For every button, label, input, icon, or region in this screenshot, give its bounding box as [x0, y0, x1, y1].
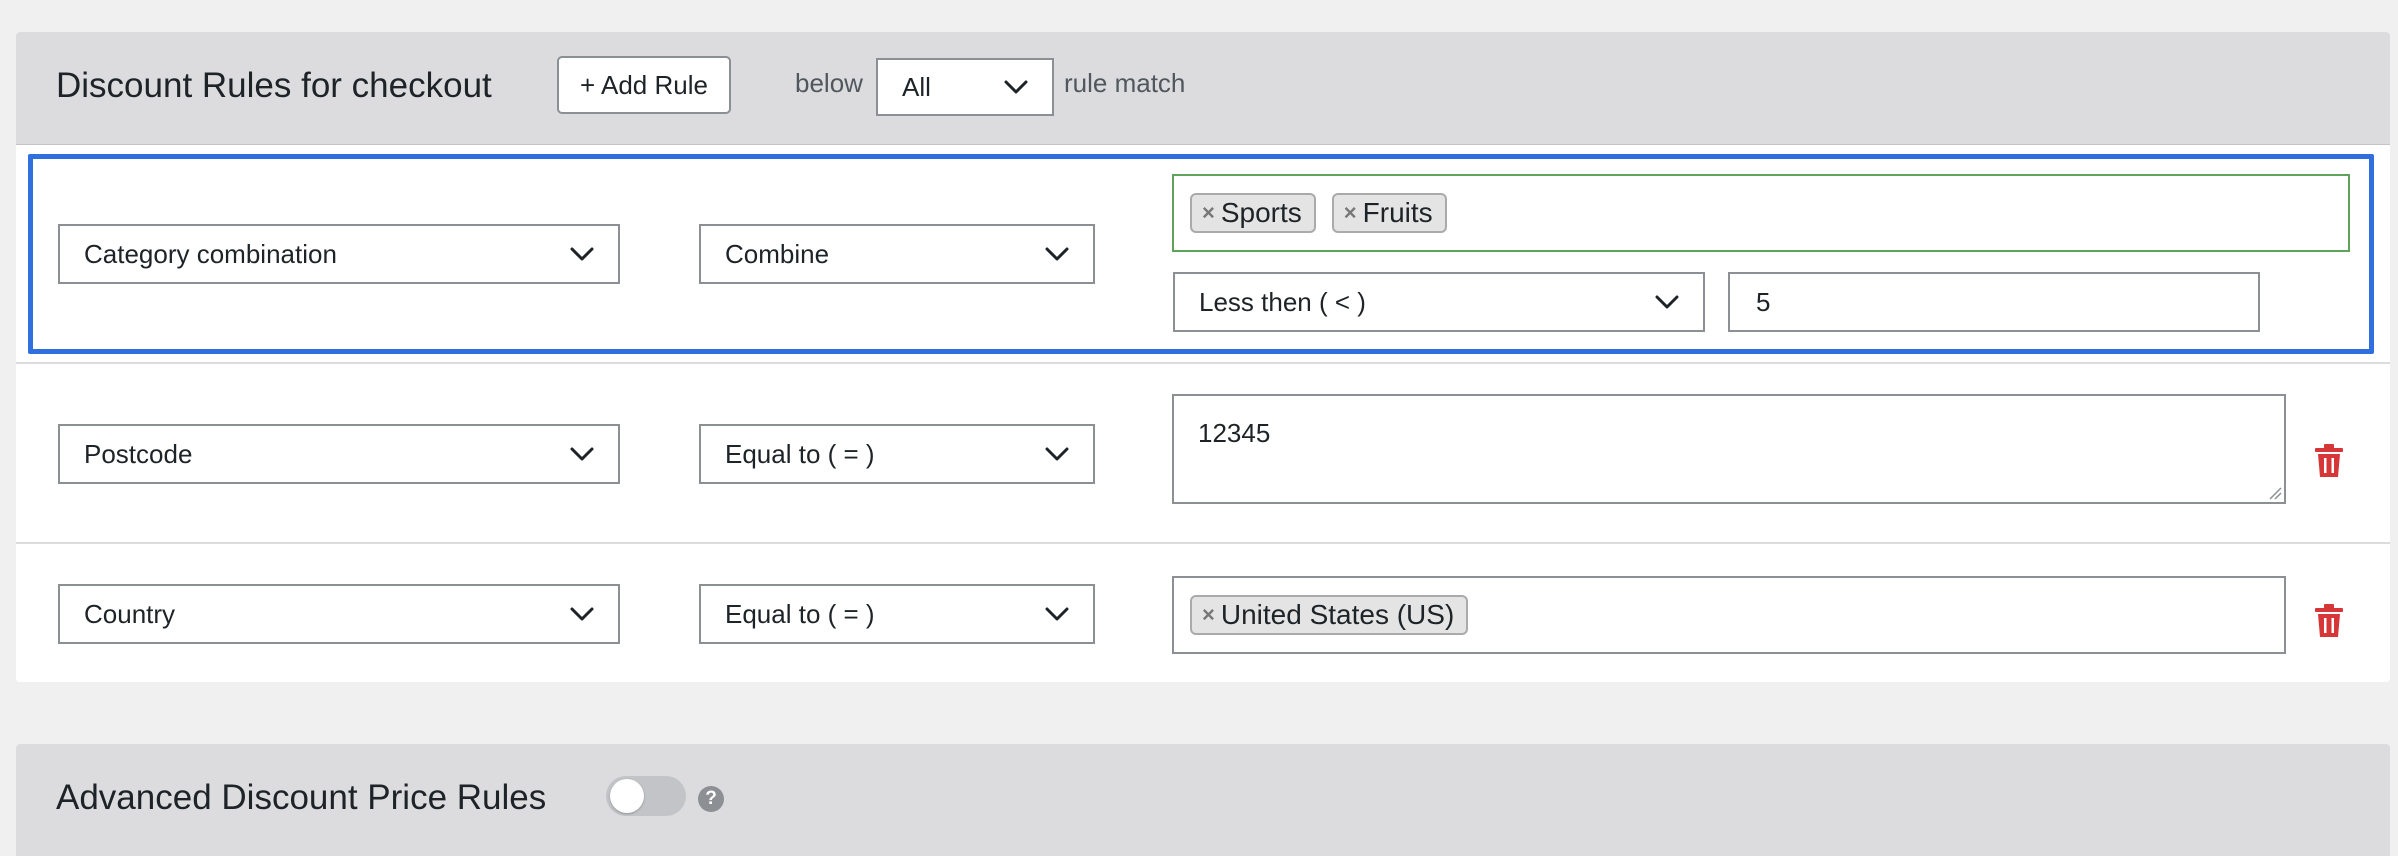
rule-1-field-value: Category combination — [84, 238, 337, 269]
chevron-down-icon — [1045, 607, 1069, 621]
rule-match-select[interactable]: All — [876, 58, 1054, 116]
chevron-down-icon — [1045, 247, 1069, 261]
tag-label: Sports — [1220, 197, 1302, 228]
tag-label: Fruits — [1362, 197, 1433, 228]
tag-sports: × Sports — [1190, 193, 1316, 233]
rule-2-field-select[interactable]: Postcode — [58, 424, 620, 484]
toggle-knob — [610, 779, 644, 813]
tag-united-states: × United States (US) — [1190, 595, 1469, 635]
rule-1-operator-select[interactable]: Combine — [699, 224, 1095, 284]
rule-match-label: rule match — [1064, 68, 1186, 98]
trash-icon[interactable] — [2314, 604, 2344, 638]
rule-3-operator-value: Equal to ( = ) — [725, 598, 875, 629]
advanced-discount-panel: Advanced Discount Price Rules ? — [16, 744, 2390, 856]
rule-2-postcode-value: 12345 — [1198, 418, 1271, 448]
rule-1-quantity-value: 5 — [1756, 286, 1771, 317]
discount-rules-panel: Discount Rules for checkout + Add Rule b… — [16, 32, 2390, 682]
rule-2-field-value: Postcode — [84, 438, 193, 469]
trash-icon[interactable] — [2314, 444, 2344, 478]
panel-title: Discount Rules for checkout — [56, 66, 492, 105]
tag-remove-icon[interactable]: × — [1202, 602, 1215, 628]
advanced-panel-title: Advanced Discount Price Rules — [56, 778, 547, 817]
rule-2-operator-value: Equal to ( = ) — [725, 438, 875, 469]
advanced-rules-toggle[interactable] — [606, 776, 686, 816]
tag-remove-icon[interactable]: × — [1344, 200, 1357, 226]
resize-handle-icon[interactable] — [2268, 486, 2282, 500]
tag-label: United States (US) — [1220, 599, 1455, 630]
tag-remove-icon[interactable]: × — [1202, 200, 1215, 226]
rule-2-postcode-textarea[interactable]: 12345 — [1172, 394, 2286, 504]
tag-fruits: × Fruits — [1331, 193, 1447, 233]
below-label: below — [795, 68, 863, 98]
row-divider — [16, 362, 2390, 364]
rule-3-field-select[interactable]: Country — [58, 584, 620, 644]
rule-1-quantity-operator-value: Less then ( < ) — [1199, 286, 1366, 317]
rule-match-value: All — [902, 71, 931, 102]
chevron-down-icon — [1004, 80, 1028, 94]
row-divider — [16, 542, 2390, 544]
chevron-down-icon — [1655, 295, 1679, 309]
rule-1-category-tags[interactable]: × Sports × Fruits — [1172, 174, 2350, 252]
chevron-down-icon — [570, 447, 594, 461]
rule-3-country-tags[interactable]: × United States (US) — [1172, 576, 2286, 654]
rule-3-operator-select[interactable]: Equal to ( = ) — [699, 584, 1095, 644]
chevron-down-icon — [570, 247, 594, 261]
chevron-down-icon — [570, 607, 594, 621]
rule-1-quantity-input[interactable]: 5 — [1728, 272, 2260, 332]
chevron-down-icon — [1045, 447, 1069, 461]
rule-3-field-value: Country — [84, 598, 176, 629]
add-rule-button[interactable]: + Add Rule — [557, 56, 731, 114]
rule-1-field-select[interactable]: Category combination — [58, 224, 620, 284]
help-icon[interactable]: ? — [698, 786, 724, 812]
rule-1-quantity-operator-select[interactable]: Less then ( < ) — [1173, 272, 1705, 332]
rule-2-operator-select[interactable]: Equal to ( = ) — [699, 424, 1095, 484]
panel-header: Discount Rules for checkout + Add Rule b… — [16, 32, 2390, 145]
rule-1-operator-value: Combine — [725, 238, 830, 269]
